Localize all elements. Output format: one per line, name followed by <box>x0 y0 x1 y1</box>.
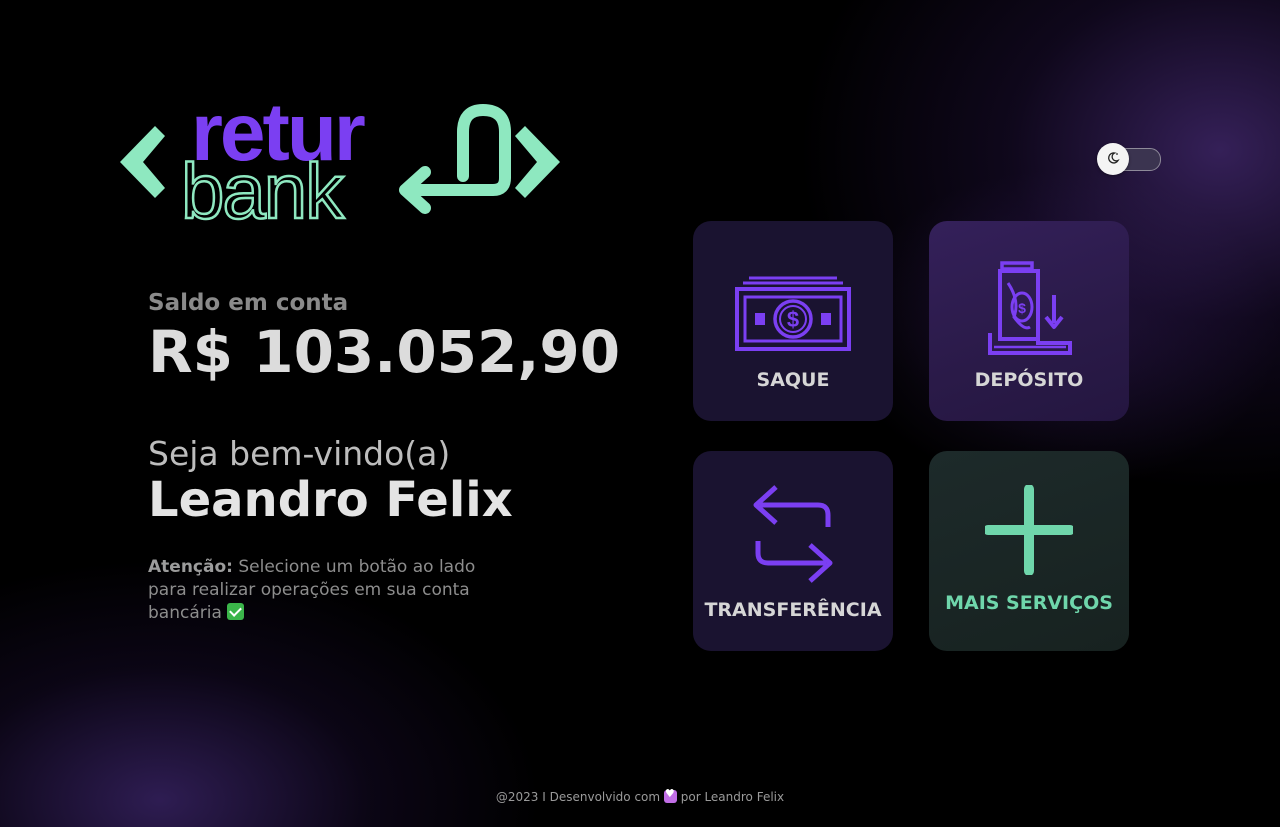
heart-icon <box>663 787 677 803</box>
cash-icon: $ <box>735 275 851 357</box>
footer: @2023 I Desenvolvido com por Leandro Fel… <box>0 787 1280 804</box>
balance-label: Saldo em conta <box>148 290 349 316</box>
attention-message: Atenção: Selecione um botão ao lado para… <box>148 556 518 625</box>
logo-left-chevron <box>120 126 165 198</box>
welcome-greeting: Seja bem-vindo(a) <box>148 434 451 473</box>
mais-servicos-button[interactable]: MAIS SERVIÇOS <box>929 451 1129 651</box>
saque-button[interactable]: $ SAQUE <box>693 221 893 421</box>
plus-icon <box>983 484 1075 579</box>
transfer-arrows-icon <box>748 481 838 593</box>
transferencia-label: TRANSFERÊNCIA <box>704 599 882 621</box>
footer-prefix: @2023 I Desenvolvido com <box>495 790 661 804</box>
deposito-button[interactable]: $ DEPÓSITO <box>929 221 1129 421</box>
theme-toggle[interactable] <box>1097 143 1161 175</box>
check-mark-icon <box>227 603 245 620</box>
logo-word-bank: bank <box>181 147 345 228</box>
user-name: Leandro Felix <box>148 472 513 528</box>
deposit-icon: $ <box>984 261 1074 361</box>
footer-suffix: por Leandro Felix <box>680 790 785 804</box>
saque-label: SAQUE <box>756 369 830 391</box>
return-bank-logo: retur bank <box>115 88 565 228</box>
balance-value: R$ 103.052,90 <box>148 318 621 386</box>
attention-title: Atenção: <box>148 557 233 577</box>
mais-servicos-label: MAIS SERVIÇOS <box>945 592 1113 614</box>
transferencia-button[interactable]: TRANSFERÊNCIA <box>693 451 893 651</box>
deposito-label: DEPÓSITO <box>974 369 1084 391</box>
moon-icon <box>1106 150 1120 169</box>
logo-right-chevron <box>515 126 560 198</box>
toggle-knob <box>1097 143 1129 175</box>
svg-text:$: $ <box>787 307 799 332</box>
svg-text:$: $ <box>1018 300 1026 316</box>
